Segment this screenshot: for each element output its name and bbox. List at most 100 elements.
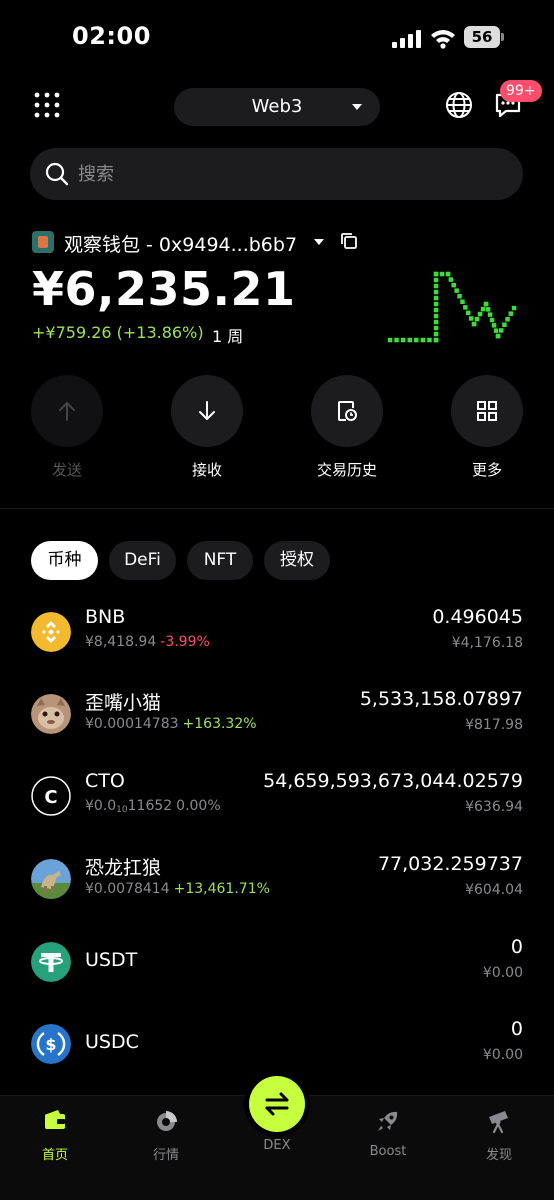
token-name: BNB [85,606,126,628]
dex-swap-button[interactable] [249,1076,305,1132]
token-amount: 5,533,158.07897 [359,688,523,710]
token-value: ¥0.00 [482,1047,523,1063]
wallet-avatar [32,231,54,253]
nav-label: 首页 [41,1148,68,1163]
sparkline-pixel [460,299,465,304]
token-amount: 0 [510,1018,523,1040]
sparkline-pixel [454,288,459,293]
network-selector[interactable]: Web3 [174,88,380,126]
sparkline-pixel [433,313,439,319]
apps-grid-icon[interactable] [34,92,60,118]
token-row-dino[interactable]: 恐龙扛狼 ¥0.0078414 +13,461.71% 77,032.259737… [0,851,554,921]
token-name: USDT [85,949,138,971]
battery-level: 56 [464,26,500,48]
token-price-prefix: ¥0.0 [85,798,117,814]
tab-tokens[interactable]: 币种 [31,541,98,580]
search-icon [45,162,69,186]
market-icon [157,1111,177,1131]
token-price-value: ¥0.00014783 [85,716,179,732]
sparkline-pixel [466,310,471,316]
send-label: 发送 [51,461,82,479]
sparkline-pixel [433,301,439,307]
sparkline-pixel [433,337,439,343]
token-change: +163.32% [182,716,257,732]
arrow-up-icon [59,402,75,421]
token-name: USDC [85,1031,139,1053]
token-change: +13,461.71% [173,881,270,897]
send-button[interactable]: 发送 [31,375,103,480]
sparkline-pixel [511,305,517,311]
token-value: ¥817.98 [465,717,523,733]
nav-home[interactable]: 首页 [15,1108,95,1163]
sparkline-pixel [433,295,439,301]
notification-badge: 99+ [500,80,542,102]
token-value: ¥604.04 [465,882,523,898]
token-row-cat[interactable]: 歪嘴小猫 ¥0.00014783 +163.32% 5,533,158.07897… [0,686,554,756]
sparkline-pixel [487,312,493,317]
tab-approvals[interactable]: 授权 [264,541,330,580]
nav-market[interactable]: 行情 [126,1108,206,1163]
token-amount: 54,659,593,673,044.02579 [263,770,523,792]
rocket-icon [378,1111,398,1131]
sparkline-pixel [463,305,468,310]
history-button[interactable]: 交易历史 [311,375,383,480]
sparkline-pixel [448,277,454,282]
wallet-chevron-down-icon[interactable] [314,239,324,245]
globe-icon[interactable] [444,90,474,120]
token-amount: 77,032.259737 [377,853,523,875]
telescope-icon [489,1111,508,1134]
token-change: 0.00% [176,798,221,814]
sparkline-pixel [477,311,483,317]
sparkline-pixel [457,294,462,299]
token-price: ¥8,418.94 -3.99% [85,634,210,650]
sparkline-pixel [480,306,486,312]
more-button[interactable]: 更多 [451,375,523,480]
balance-change: +¥759.26 (+13.86%) [32,323,204,342]
sparkline-pixel [495,333,501,339]
sparkline-pixel [451,282,456,288]
token-row-bnb[interactable]: BNB ¥8,418.94 -3.99% 0.496045 ¥4,176.18 [0,604,554,674]
sparkline-pixel [439,271,445,277]
nav-boost[interactable]: Boost [348,1108,428,1159]
svg-text:$: $ [45,1035,56,1054]
wifi-icon [431,30,455,49]
tab-nft[interactable]: NFT [187,541,253,580]
sparkline-pixel [483,301,489,307]
sparkline-pixel [474,316,480,322]
token-price: ¥0.0078414 +13,461.71% [85,881,270,897]
token-row-usdt[interactable]: USDT 0 ¥0.00 [0,934,554,1004]
token-value: ¥0.00 [482,965,523,981]
copy-icon[interactable] [340,232,358,250]
battery-icon: 56 [464,26,504,48]
status-time: 02:00 [72,22,151,50]
cat-avatar-icon [31,694,71,734]
token-row-cto[interactable]: C CTO ¥0.01011652 0.00% 54,659,593,673,04… [0,768,554,838]
token-price-digits: 11652 [127,798,173,814]
token-value: ¥636.94 [465,799,523,815]
swap-icon [265,1092,289,1116]
search-bar[interactable] [30,148,523,200]
sparkline-pixel [491,323,497,328]
sparkline-pixel [433,289,439,295]
sparkline-pixel [433,271,439,277]
balance-sparkline [387,271,517,343]
dino-avatar-icon [31,859,71,899]
receive-button[interactable]: 接收 [171,375,243,480]
sparkline-pixel [505,317,510,322]
nav-discover[interactable]: 发现 [459,1108,539,1163]
token-change: -3.99% [160,634,210,650]
sparkline-pixel [420,337,426,343]
token-price: ¥0.00014783 +163.32% [85,716,257,732]
token-name: CTO [85,770,125,792]
search-input[interactable] [78,148,498,200]
sparkline-pixel [499,328,504,333]
balance-period[interactable]: 1 周 [212,323,243,347]
receive-label: 接收 [191,461,222,479]
token-price-value: ¥8,418.94 [85,634,157,650]
sparkline-pixel [387,337,393,343]
tab-defi[interactable]: DeFi [109,541,176,580]
wallet-name[interactable]: 观察钱包 - 0x9494...b6b7 [64,230,297,257]
nav-label-dex: DEX [263,1138,291,1153]
sparkline-pixel [433,331,439,337]
usdc-logo-icon: $ [31,1024,71,1064]
